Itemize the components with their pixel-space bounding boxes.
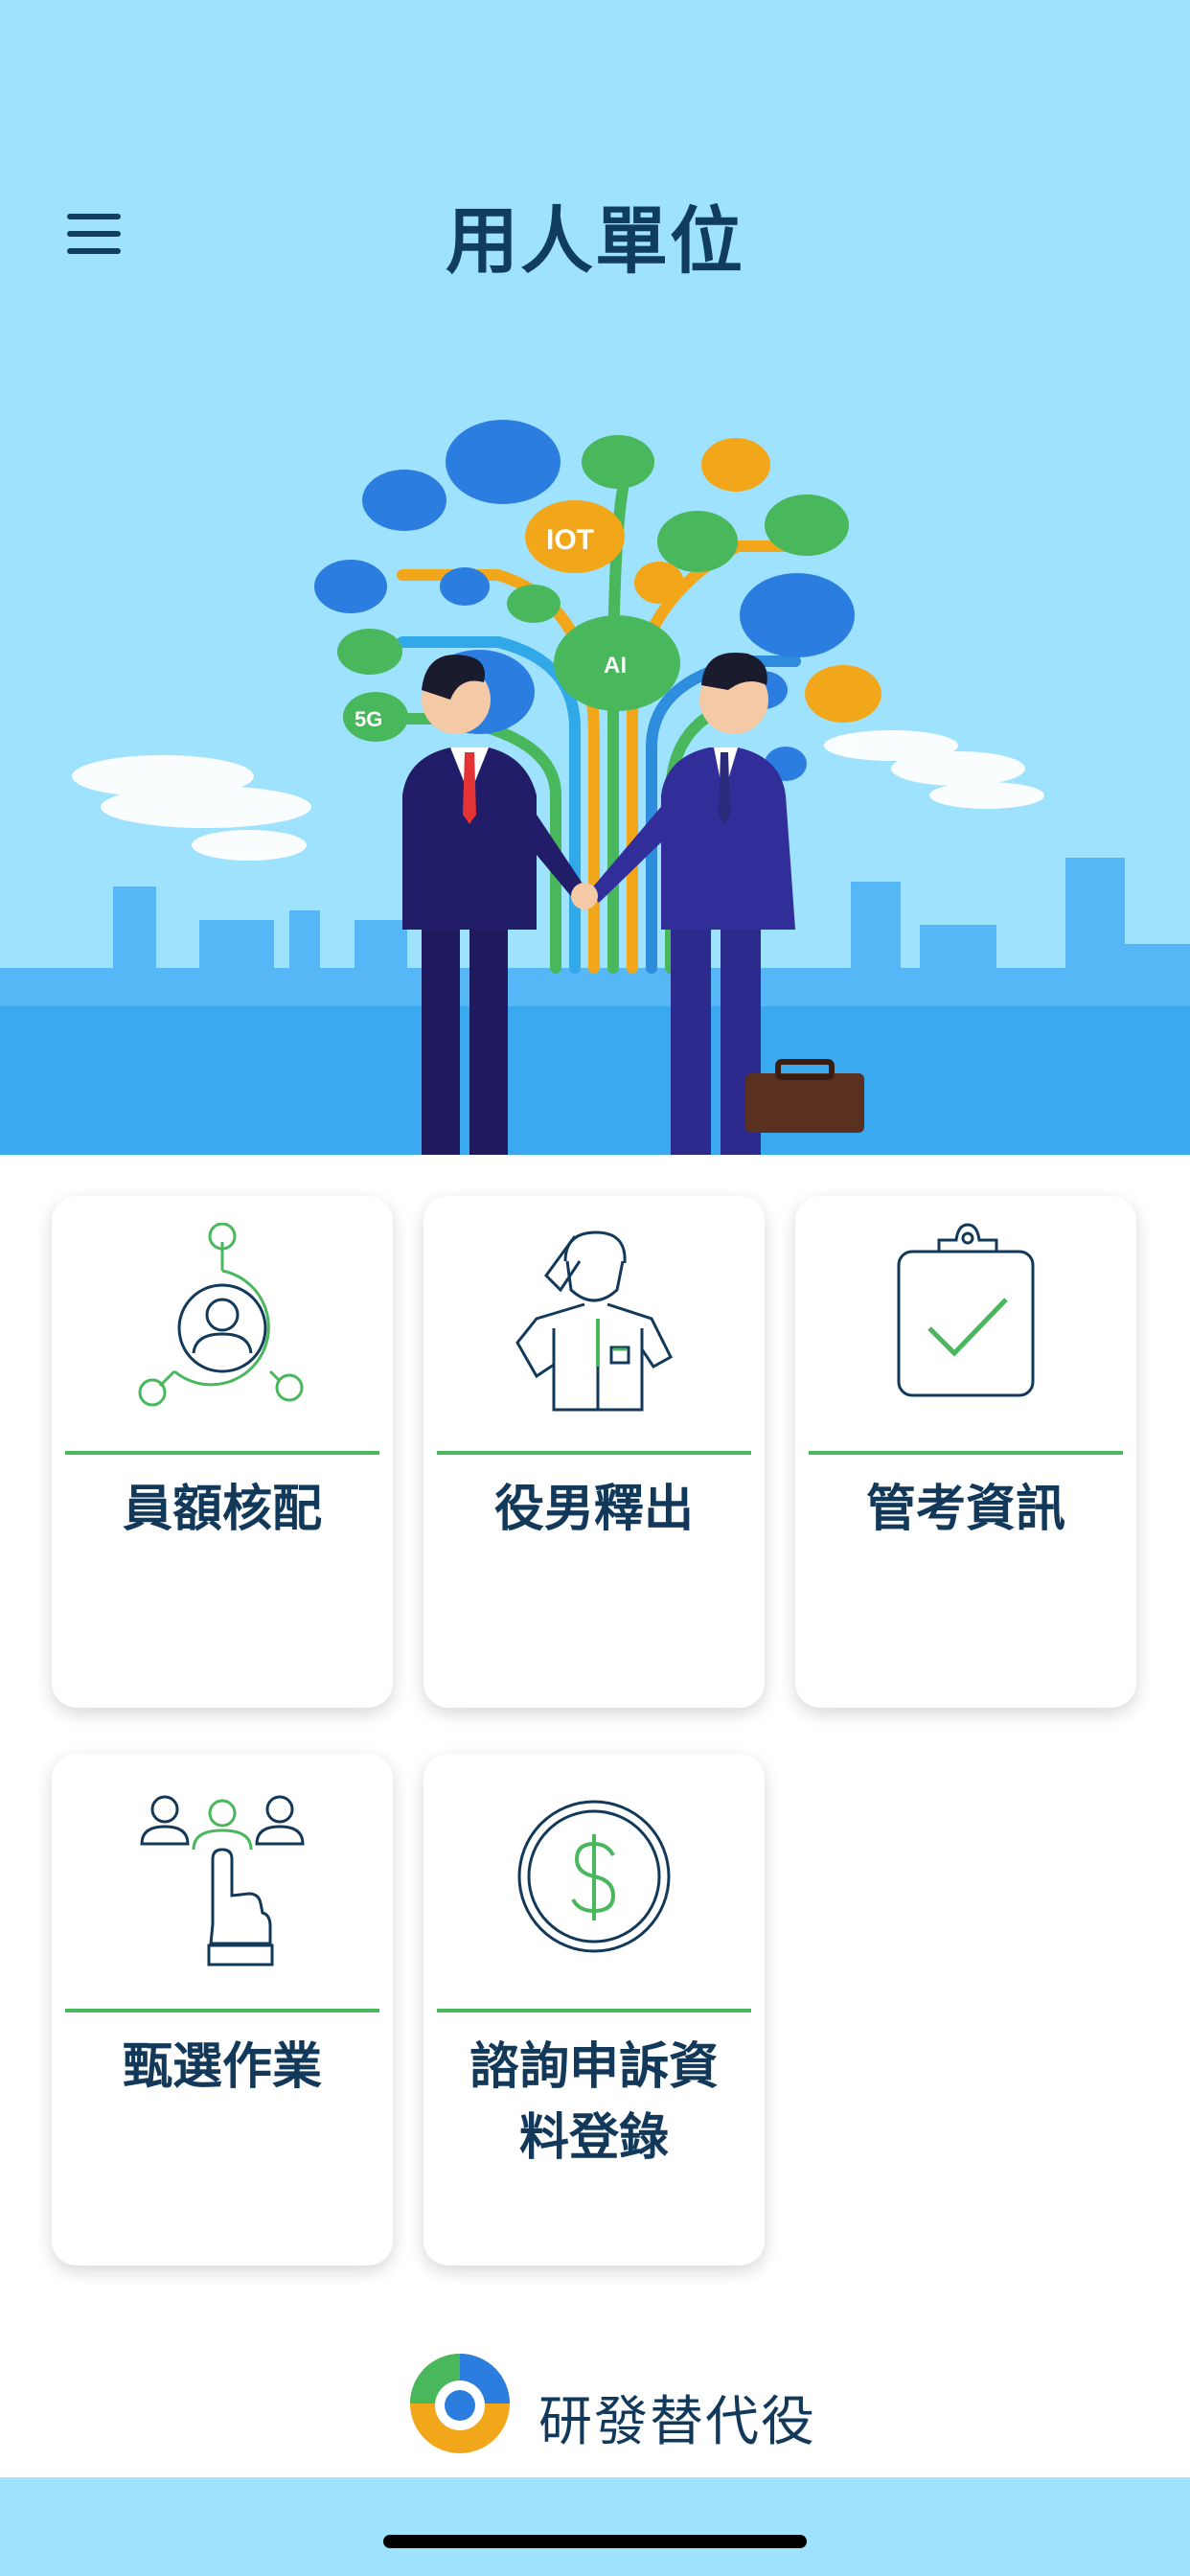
svg-text:5G: 5G xyxy=(355,707,382,731)
tile-quota-allocation[interactable]: 員額核配 xyxy=(52,1196,393,1708)
clipboard-check-icon xyxy=(897,1223,1035,1397)
tile-conscript-release[interactable]: 役男釋出 xyxy=(423,1196,765,1708)
tile-divider xyxy=(65,2009,379,2012)
bottom-bar xyxy=(0,2477,1190,2576)
tile-label: 諮詢申訴資料登錄 xyxy=(469,2038,719,2167)
tile-label: 員額核配 xyxy=(122,1481,322,1538)
saluting-soldier-icon xyxy=(515,1230,673,1412)
tile-divider xyxy=(65,1451,379,1455)
select-person-hand-icon xyxy=(140,1795,305,1966)
research-development-logo xyxy=(410,2354,510,2453)
brand-name: 研發替代役 xyxy=(538,2391,816,2453)
page-title: 用人單位 xyxy=(446,198,744,284)
status-bar-area xyxy=(0,0,1190,125)
tile-label: 甄選作業 xyxy=(122,2038,322,2096)
tile-management-info[interactable]: 管考資訊 xyxy=(795,1196,1136,1708)
svg-text:IOT: IOT xyxy=(546,524,594,556)
dollar-coin-icon xyxy=(517,1800,671,1953)
tile-label: 管考資訊 xyxy=(865,1481,1065,1538)
tile-divider xyxy=(809,1451,1123,1455)
tile-consultation-complaint[interactable]: 諮詢申訴資料登錄 xyxy=(423,1754,765,2266)
home-indicator[interactable] xyxy=(383,2535,807,2548)
tile-label: 役男釋出 xyxy=(493,1481,694,1538)
tile-divider xyxy=(437,2009,751,2012)
tile-selection-operation[interactable]: 甄選作業 xyxy=(52,1754,393,2266)
user-network-icon xyxy=(138,1223,304,1407)
tile-divider xyxy=(437,1451,751,1455)
svg-text:AI: AI xyxy=(604,653,627,678)
